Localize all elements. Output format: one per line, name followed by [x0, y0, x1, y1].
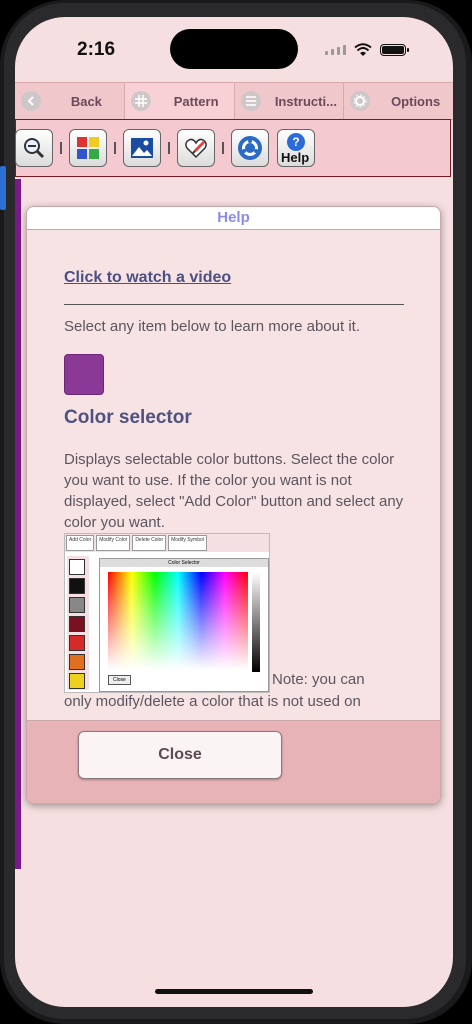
close-button[interactable]: Close [78, 731, 282, 779]
gear-icon [350, 91, 371, 111]
zoom-button[interactable] [15, 129, 53, 167]
example-modify-symbol: Modify Symbol [168, 535, 207, 551]
toolbar: ? Help [15, 119, 451, 177]
status-time: 2:16 [77, 39, 116, 60]
section-description: Displays selectable color buttons. Selec… [64, 451, 404, 531]
example-delete-color: Delete Color [132, 535, 167, 551]
dialog-footer: Close [27, 720, 440, 803]
dynamic-island [170, 29, 298, 69]
background-strip [15, 179, 21, 869]
svg-text:?: ? [292, 135, 299, 149]
example-color-list [67, 556, 89, 690]
toolbar-separator [60, 142, 62, 154]
note-text-1: Note: you can [272, 671, 365, 688]
image-button[interactable] [123, 129, 161, 167]
dialog-title: Help [27, 207, 440, 230]
signal-icon [325, 45, 346, 55]
color-swatch[interactable] [64, 354, 104, 395]
nav-instructions-label: Instructi... [274, 93, 337, 109]
dialog-body[interactable]: Click to watch a video Select any item b… [27, 230, 440, 720]
section-heading: Color selector [64, 407, 192, 428]
home-indicator[interactable] [155, 989, 313, 994]
status-icons [325, 41, 409, 59]
note-text-2: only modify/delete a color that is not u… [64, 693, 361, 710]
help-label: Help [281, 150, 310, 165]
example-add-color: Add Color [66, 535, 95, 551]
nav-back-label: Back [70, 93, 102, 109]
intro-text: Select any item below to learn more abou… [64, 318, 360, 335]
battery-icon [380, 44, 409, 56]
grid-icon [130, 91, 151, 111]
list-icon [240, 91, 261, 111]
toolbar-separator [168, 142, 170, 154]
heart-pencil-button[interactable] [177, 129, 215, 167]
example-modify-color: Modify Color [96, 535, 131, 551]
example-screenshot: Add Color Modify Color Delete Color Modi… [64, 533, 270, 693]
heart-pencil-icon [185, 138, 207, 159]
example-color-selector: Color Selector Close [99, 558, 269, 692]
toolbar-separator [114, 142, 116, 154]
wifi-icon [354, 43, 372, 56]
example-spectrum [108, 572, 248, 670]
example-panel-title: Color Selector [100, 559, 268, 567]
toolbar-separator [222, 142, 224, 154]
nav-options[interactable]: Options [344, 83, 453, 119]
color-palette-icon [77, 137, 99, 159]
top-nav: Back Pattern Instructi... Options [15, 82, 453, 120]
screen: 2:16 Back Pattern Instructi... Options ?… [15, 17, 453, 1007]
example-gray-slider [252, 572, 260, 672]
watch-video-link[interactable]: Click to watch a video [64, 269, 403, 287]
image-icon [131, 138, 153, 158]
help-button[interactable]: ? Help [277, 129, 315, 167]
nav-pattern-label: Pattern [173, 93, 219, 109]
side-button [0, 166, 6, 210]
settings-wheel-icon [238, 136, 262, 160]
example-close: Close [108, 675, 131, 685]
example-toolbar: Add Color Modify Color Delete Color Modi… [65, 534, 269, 552]
divider [64, 304, 404, 305]
nav-pattern[interactable]: Pattern [124, 83, 235, 119]
example-screenshot-row: Add Color Modify Color Delete Color Modi… [64, 533, 403, 710]
nav-back[interactable]: Back [15, 83, 125, 119]
color-palette-button[interactable] [69, 129, 107, 167]
zoom-icon [24, 138, 45, 159]
help-dialog: Help Click to watch a video Select any i… [26, 206, 441, 804]
settings-wheel-button[interactable] [231, 129, 269, 167]
nav-instructions[interactable]: Instructi... [235, 83, 345, 119]
chevron-left-icon [21, 91, 41, 111]
nav-options-label: Options [391, 93, 441, 109]
